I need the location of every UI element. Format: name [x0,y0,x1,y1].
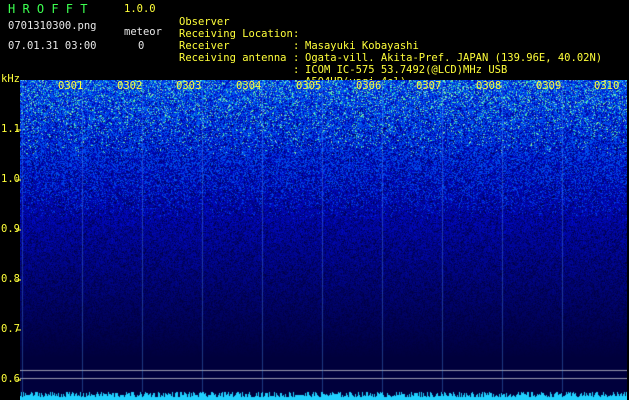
x-tick-label: 0306 [356,80,382,92]
timestamp: 07.01.31 03:00 [8,40,97,52]
x-tick-label: 0305 [296,80,322,92]
info-value: Masayuki Kobayashi [305,40,419,52]
x-tick-label: 0310 [594,80,620,92]
meteor-count: 0 [138,40,145,52]
axis-ticks [16,129,21,381]
info-value: Ogata-vill. Akita-Pref. JAPAN (139.96E, … [305,52,603,64]
info-colon: : [293,28,300,40]
y-tick-label: 1.1 [1,123,20,135]
x-tick-label: 0304 [236,80,262,92]
y-tick-label: 0.7 [1,323,20,335]
info-label: Receiving antenna [179,52,287,64]
y-tick-label: 1.0 [1,173,20,185]
meteor-label: meteor [124,26,162,38]
x-tick-label: 0301 [58,80,84,92]
x-tick-label: 0309 [536,80,562,92]
y-axis-unit: kHz [1,73,20,85]
x-tick-label: 0303 [176,80,202,92]
x-tick-label: 0307 [416,80,442,92]
info-label: Receiving Location [179,28,293,40]
x-tick-label: 0308 [476,80,502,92]
x-tick-label: 0302 [117,80,143,92]
app-version: 1.0.0 [124,3,156,15]
app-title: H R O F F T [8,2,88,16]
info-colon: : [293,52,300,64]
info-colon: : [293,40,300,52]
file-name: 0701310300.png [8,20,97,32]
y-tick-label: 0.9 [1,223,20,235]
axis-overlay [0,72,629,400]
y-tick-label: 0.6 [1,373,20,385]
y-tick-label: 0.8 [1,273,20,285]
